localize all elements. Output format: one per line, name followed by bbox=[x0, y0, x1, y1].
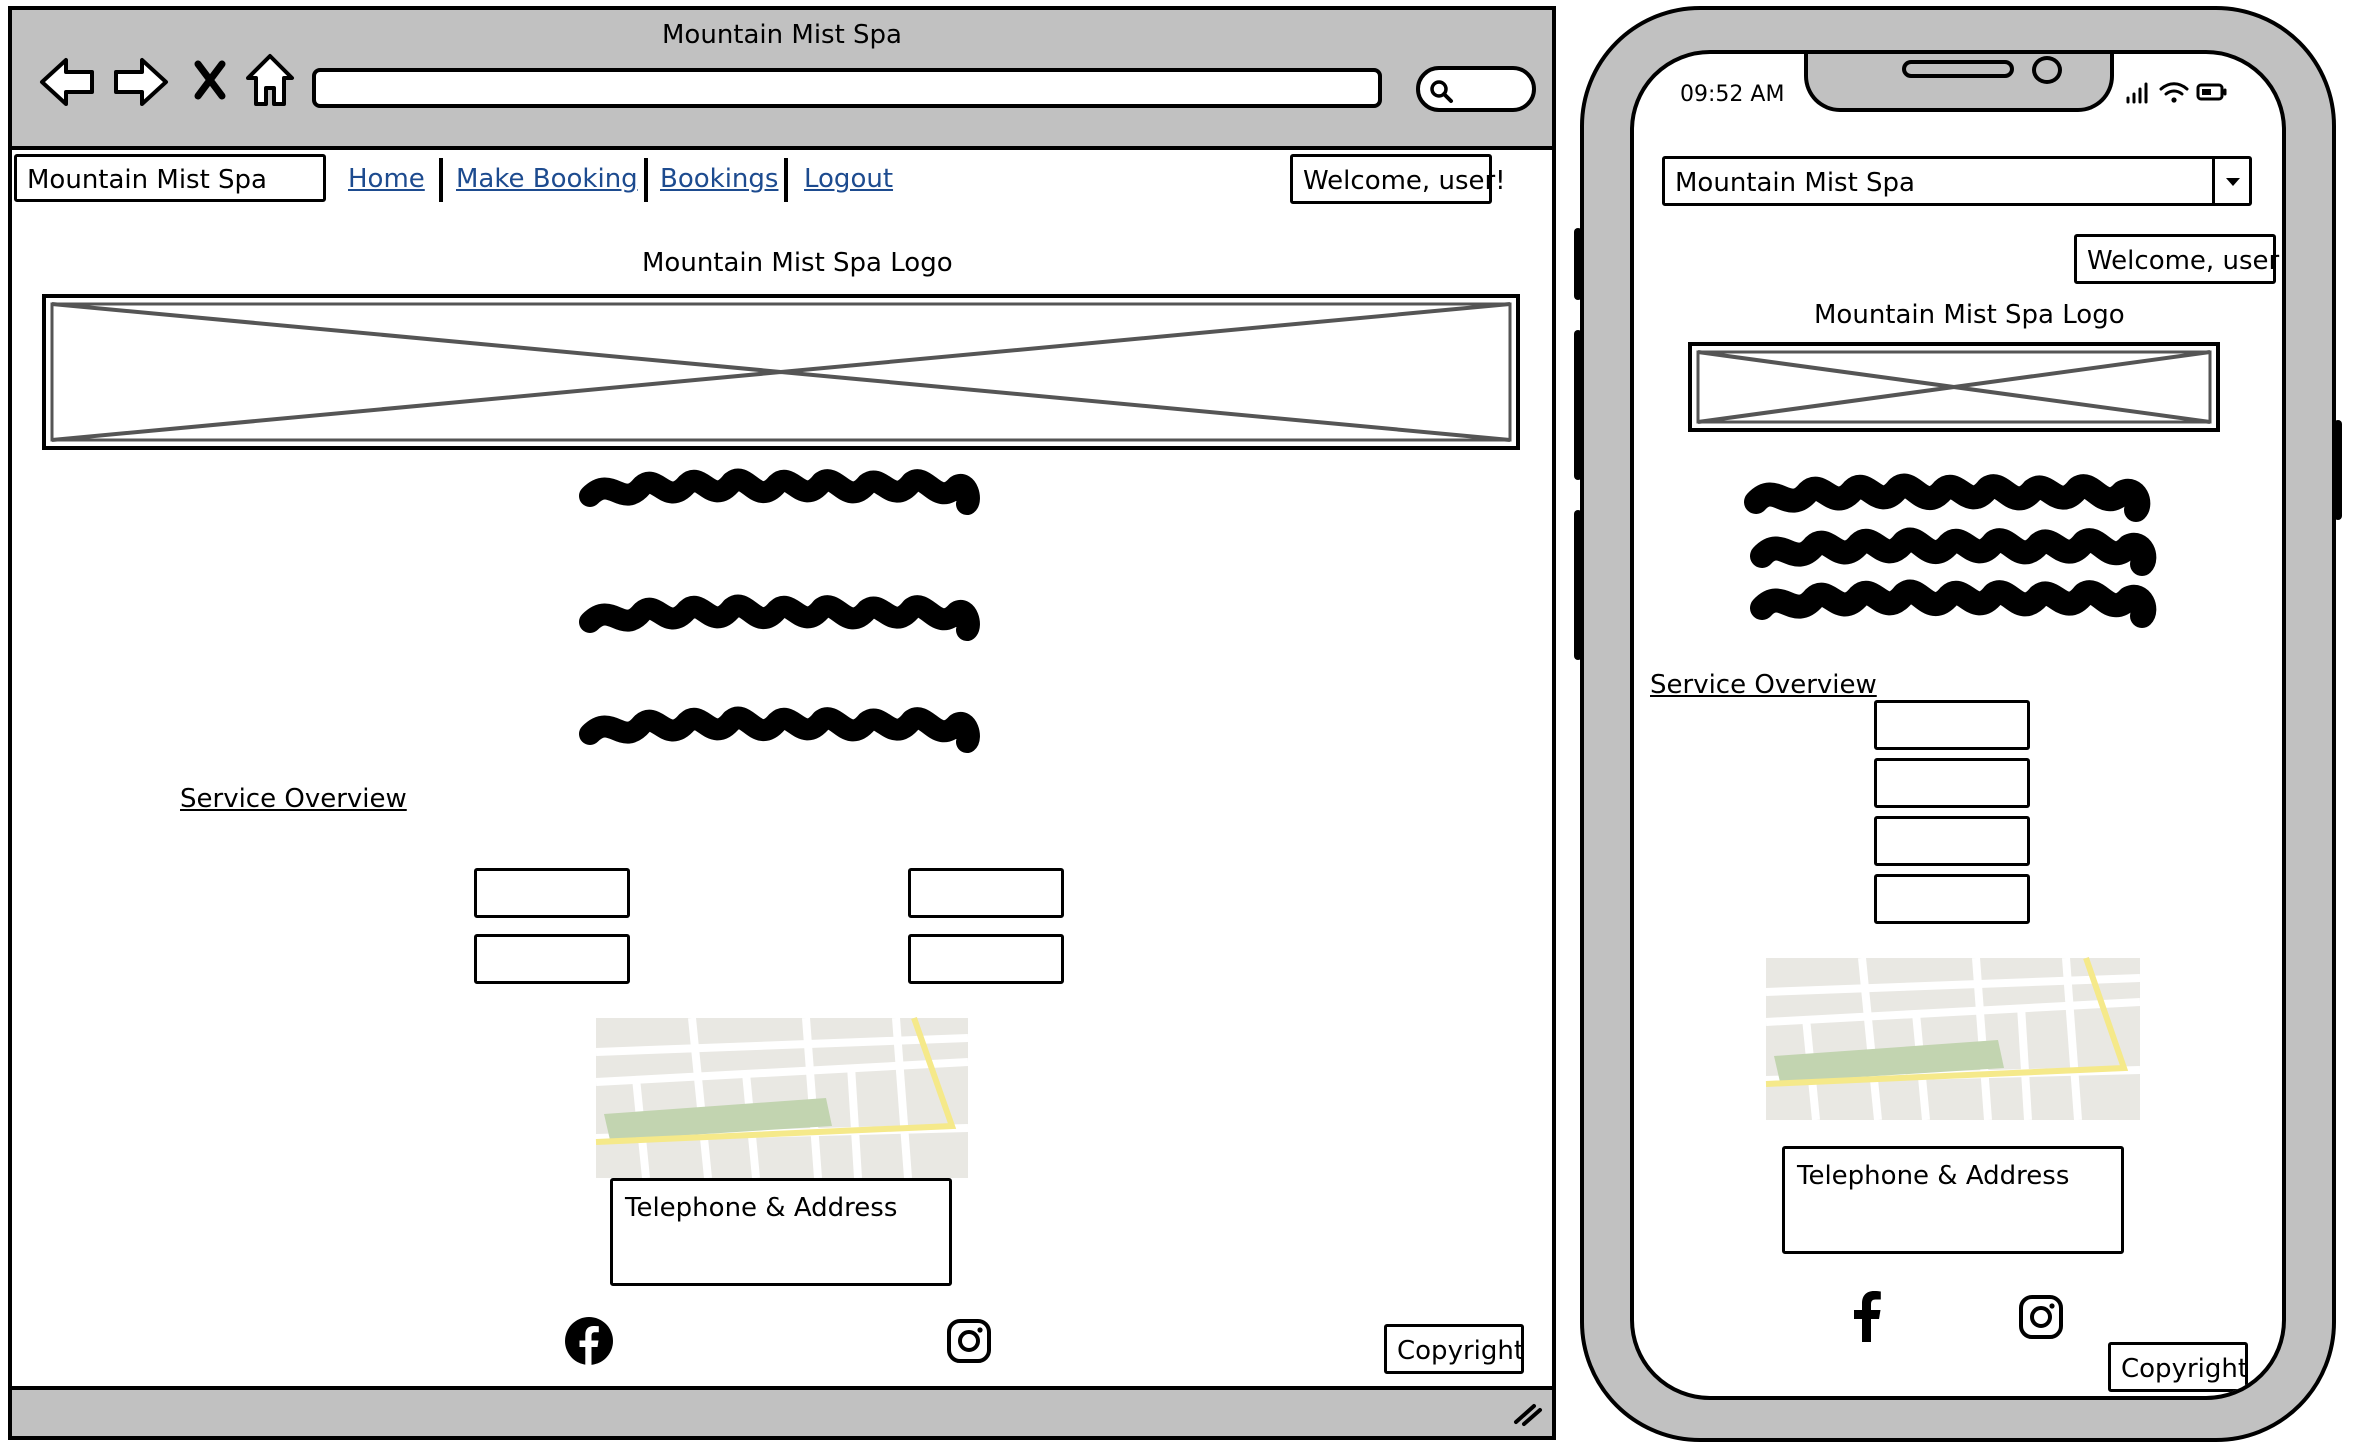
site-name-label: Mountain Mist Spa bbox=[27, 165, 267, 195]
phone-side-button bbox=[1574, 228, 1582, 300]
signal-icon bbox=[2126, 82, 2148, 104]
contact-label: Telephone & Address bbox=[625, 1193, 898, 1223]
heading-scribble bbox=[579, 468, 980, 515]
heading-scribble bbox=[579, 594, 980, 641]
nav-make-booking-link[interactable]: Make Booking bbox=[456, 166, 638, 192]
welcome-badge: Welcome, user! bbox=[1290, 154, 1506, 204]
copyright-text: Copyright bbox=[1397, 1336, 1525, 1366]
phone-screen: 09:52 AM Mountain Mist Spa Welcome, user… bbox=[1630, 50, 2286, 1400]
contact-box: Telephone & Address bbox=[1782, 1146, 2124, 1254]
browser-toolbar: Mountain Mist Spa bbox=[12, 10, 1552, 150]
service-button[interactable] bbox=[908, 868, 1064, 918]
phone-side-button bbox=[1574, 510, 1582, 660]
copyright-text: Copyright bbox=[2121, 1354, 2249, 1384]
service-button[interactable] bbox=[1874, 758, 2030, 808]
site-name-box[interactable]: Mountain Mist Spa bbox=[14, 154, 326, 202]
logo-placeholder bbox=[1688, 342, 2220, 432]
status-time: 09:52 AM bbox=[1680, 82, 1785, 107]
facebook-icon[interactable] bbox=[1852, 1290, 1882, 1342]
forward-arrow-icon[interactable] bbox=[112, 54, 170, 110]
wifi-icon bbox=[2159, 82, 2189, 103]
nav-logout-link[interactable]: Logout bbox=[804, 166, 893, 192]
service-overview-link[interactable]: Service Overview bbox=[180, 786, 407, 812]
nav-home-link[interactable]: Home bbox=[348, 166, 425, 192]
copyright-box: Copyright bbox=[1384, 1324, 1524, 1374]
contact-label: Telephone & Address bbox=[1797, 1161, 2070, 1191]
site-select[interactable]: Mountain Mist Spa bbox=[1662, 156, 2252, 206]
phone-side-button bbox=[2334, 420, 2342, 520]
window-title: Mountain Mist Spa bbox=[662, 20, 902, 50]
resize-grip-icon[interactable] bbox=[1512, 1400, 1542, 1426]
service-button[interactable] bbox=[908, 934, 1064, 984]
logo-label: Mountain Mist Spa Logo bbox=[642, 248, 953, 278]
heading-scribble bbox=[1744, 473, 2157, 628]
nav-divider bbox=[644, 158, 648, 202]
site-select-value: Mountain Mist Spa bbox=[1675, 168, 1915, 198]
close-icon[interactable] bbox=[192, 60, 228, 100]
contact-box: Telephone & Address bbox=[610, 1178, 952, 1286]
service-button[interactable] bbox=[1874, 816, 2030, 866]
nav-divider bbox=[784, 158, 788, 202]
nav-bookings-link[interactable]: Bookings bbox=[660, 166, 778, 192]
location-map[interactable] bbox=[1765, 957, 2141, 1121]
front-camera bbox=[2032, 56, 2062, 84]
phone-side-button bbox=[1574, 330, 1582, 480]
facebook-icon[interactable] bbox=[564, 1316, 614, 1366]
heading-scribble bbox=[579, 706, 980, 753]
instagram-icon[interactable] bbox=[2018, 1294, 2064, 1340]
service-overview-link[interactable]: Service Overview bbox=[1650, 672, 1877, 698]
copyright-box: Copyright bbox=[2108, 1342, 2248, 1392]
placeholder-cross bbox=[1696, 350, 2212, 424]
phone-notch bbox=[1804, 54, 2114, 112]
logo-placeholder bbox=[42, 294, 1520, 450]
welcome-text: Welcome, user! bbox=[2087, 246, 2286, 276]
chevron-down-icon[interactable] bbox=[2223, 175, 2243, 189]
address-bar[interactable] bbox=[312, 68, 1382, 108]
home-icon[interactable] bbox=[244, 52, 296, 108]
browser-statusbar bbox=[12, 1386, 1552, 1436]
service-button[interactable] bbox=[1874, 874, 2030, 924]
welcome-badge: Welcome, user! bbox=[2074, 234, 2282, 284]
welcome-text: Welcome, user! bbox=[1303, 166, 1506, 196]
service-button[interactable] bbox=[474, 868, 630, 918]
search-field[interactable] bbox=[1416, 66, 1536, 112]
battery-icon bbox=[2196, 83, 2227, 101]
browser-window: Mountain Mist Spa Mountain Mist Spa Home… bbox=[8, 6, 1556, 1440]
speaker-grille bbox=[1902, 60, 2014, 78]
service-button[interactable] bbox=[474, 934, 630, 984]
instagram-icon[interactable] bbox=[946, 1318, 992, 1364]
service-button[interactable] bbox=[1874, 700, 2030, 750]
logo-label: Mountain Mist Spa Logo bbox=[1814, 300, 2125, 330]
nav-divider bbox=[439, 158, 443, 202]
placeholder-cross bbox=[50, 302, 1512, 442]
back-arrow-icon[interactable] bbox=[38, 54, 96, 110]
search-icon bbox=[1430, 80, 1453, 103]
location-map[interactable] bbox=[595, 1017, 969, 1179]
select-divider bbox=[2212, 159, 2215, 203]
